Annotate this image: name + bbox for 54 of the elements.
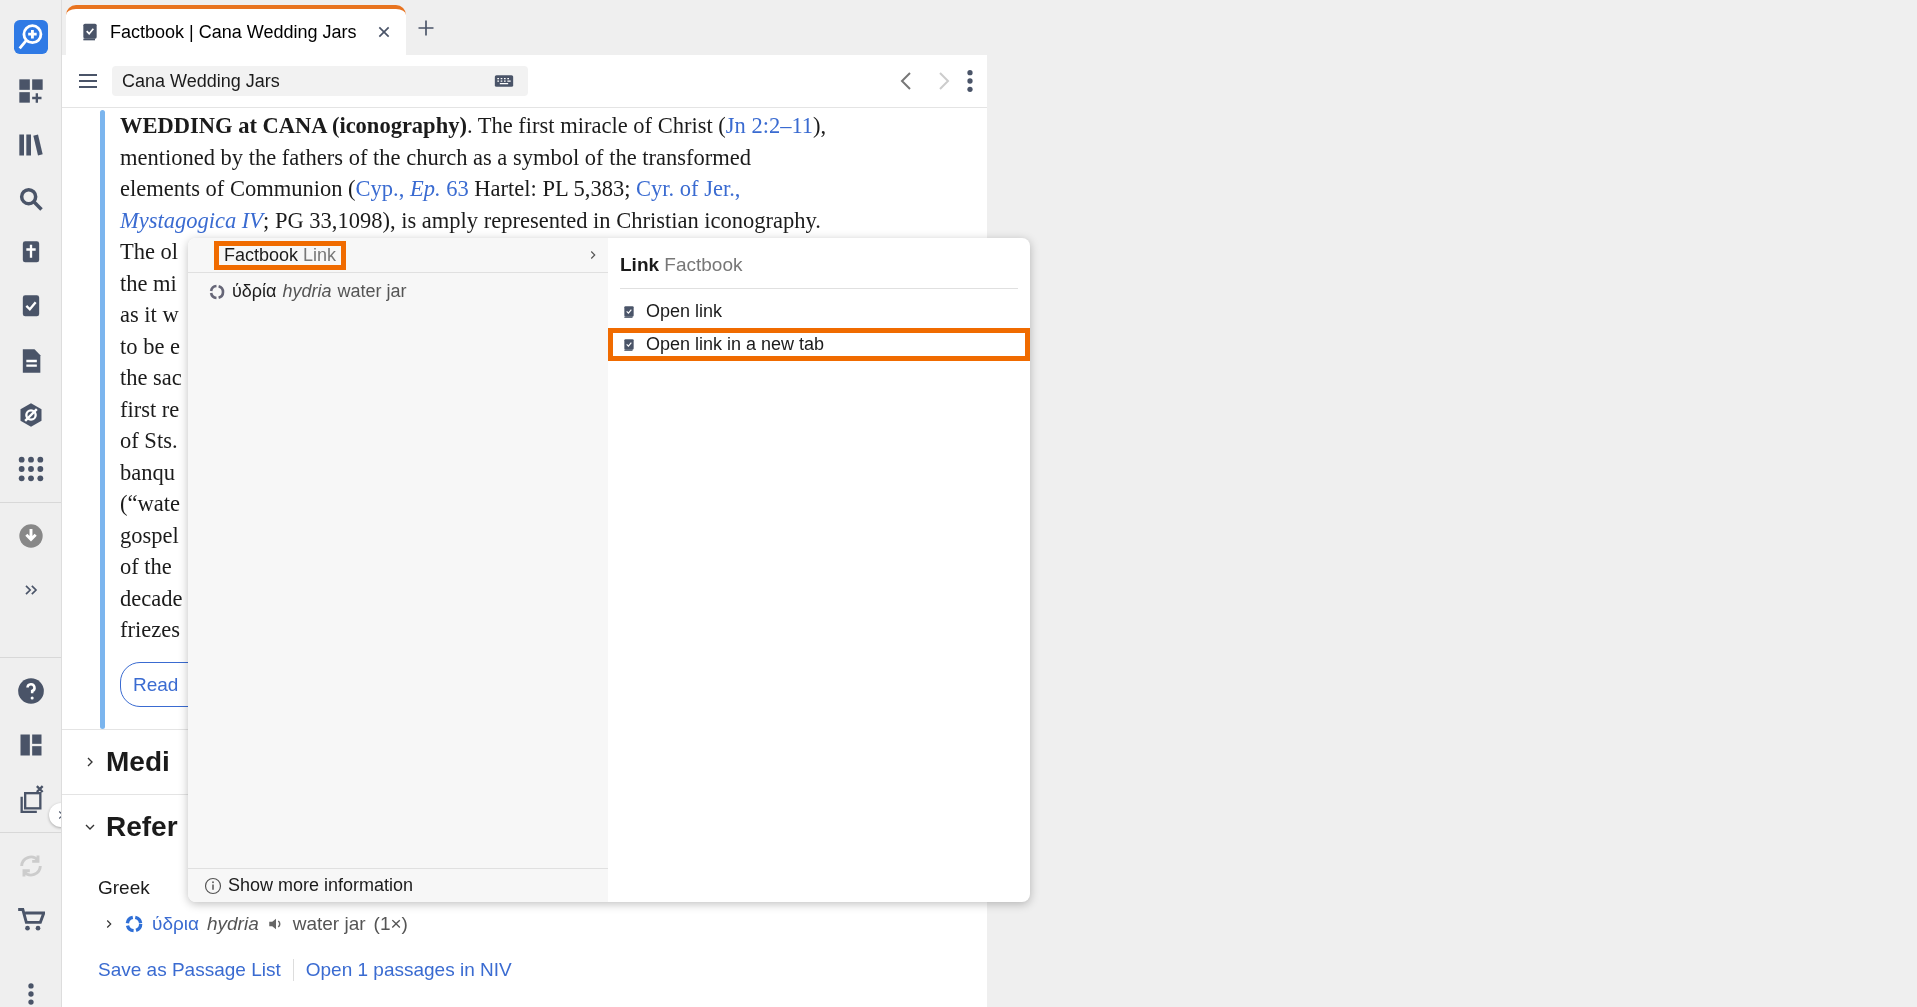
menu-heading[interactable]: Factbook Link [214,240,347,270]
gloss: water jar [292,913,366,935]
article-line: as it w [120,301,179,329]
more-button[interactable] [967,70,973,92]
document-tab[interactable]: Factbook | Cana Wedding Jars [66,5,406,55]
checklist-book-icon [622,337,636,352]
article-line: to be e [120,332,180,361]
section-heading: Refer [106,811,178,843]
reference-link[interactable]: Mystagogica IV [120,207,264,233]
loading-icon [124,914,144,934]
menu-item[interactable]: Open link in a new tab [608,328,1030,361]
article-line: WEDDING at CANA (iconography). The first miracle of Christ (Jn 2:2–11), [120,112,827,140]
cart-icon[interactable] [16,906,45,934]
more-icon [967,70,973,92]
article-line: first re [120,395,180,424]
dashboard-add-icon[interactable] [16,77,45,105]
article-line: of Sts. [120,427,178,455]
checklist-book-icon [80,22,100,42]
transliteration: hydria [207,913,259,935]
footer-link[interactable]: Open 1 passages in NIV [292,959,512,981]
article-line: decade [120,584,183,613]
app-logo-icon[interactable] [13,20,48,54]
reference-link[interactable]: Jn 2:2–11 [725,113,814,138]
article-line: friezes [120,616,180,644]
section-heading: Medi [106,746,170,778]
count: (1×) [373,913,408,935]
help-icon[interactable] [16,677,45,705]
subheading: Greek [98,877,150,899]
article-line: mentioned by the fathers of the church as a symbol of the transformed [120,143,752,172]
apps-grid-icon[interactable] [16,455,45,483]
greek-word-link[interactable]: ύδρια [152,913,199,935]
article-line: Mystagogica IV; PG 33,1098), is amply represented in Christian iconography. [120,206,821,235]
article-line: elements of Communion (Cyp., Ep. 63 Hartel: PL 5,383; Cyr. of Jer., [120,175,741,203]
article-line: of the [120,553,172,581]
reference-link[interactable]: Cyp., Ep. 63 [355,176,469,201]
article-line: (“wate [120,490,180,518]
checklist-book-icon [622,304,636,319]
menu-item[interactable]: Open link [608,295,1030,328]
footer-link[interactable]: Save as Passage List [98,959,281,981]
close-icon[interactable] [376,24,392,40]
article-line: gospel [120,521,179,550]
search-field[interactable]: Cana Wedding Jars [112,66,528,96]
reference-link[interactable]: Cyr. of Jer., [636,176,741,201]
menu-item[interactable]: ύδρία hydria water jar [188,273,608,310]
info-icon [204,876,222,895]
show-more-link[interactable]: Show more information [228,875,414,896]
article-line: banqu [120,458,175,487]
loading-icon [208,282,226,301]
menu-heading: Link Factbook [620,254,743,275]
article-line: the mi [120,269,177,298]
article-line: The ol [120,238,179,266]
download-icon[interactable] [16,522,45,550]
more-icon[interactable] [27,983,34,1005]
article-line: the sac [120,364,182,392]
